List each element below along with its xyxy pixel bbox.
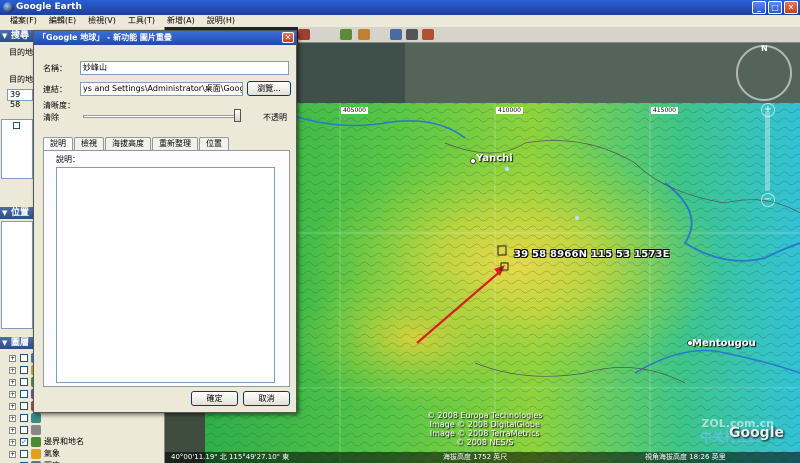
tab-location[interactable]: 位置 xyxy=(199,137,229,150)
layer-checkbox[interactable] xyxy=(20,450,28,458)
image-overlay-dialog: 「Google 地球」 - 新功能 圖片重疊 ✕ 名稱： 妙峰山 連結： ys … xyxy=(33,30,297,413)
status-elevation: 海拔高度 1752 英尺 xyxy=(443,453,508,461)
coordinate-label: 39 58 8966N 115 53 1573E xyxy=(514,249,670,260)
grid-label: 410000 xyxy=(496,107,523,114)
expand-icon[interactable]: + xyxy=(9,451,16,458)
menu-view[interactable]: 檢視(V) xyxy=(82,15,122,27)
layer-label: 邊界和地名 xyxy=(44,437,84,446)
minimize-button[interactable]: _ xyxy=(752,1,766,14)
collapse-icon: ▼ xyxy=(2,209,8,217)
expand-icon[interactable]: + xyxy=(9,415,16,422)
layer-icon xyxy=(31,449,41,459)
layer-label: 氣象 xyxy=(44,449,60,458)
expand-icon[interactable]: + xyxy=(9,391,16,398)
layer-icon xyxy=(31,413,41,423)
window-title: Google Earth xyxy=(16,2,82,12)
transparency-slider-track[interactable] xyxy=(83,115,241,118)
menu-tools[interactable]: 工具(T) xyxy=(122,15,161,27)
zoom-slider[interactable] xyxy=(765,111,770,191)
layer-icon xyxy=(31,437,41,447)
description-textarea[interactable] xyxy=(56,167,275,383)
link-input[interactable]: ys and Settings\Administrator\桌面\GoogleE… xyxy=(80,82,243,96)
layer-checkbox[interactable] xyxy=(20,390,28,398)
maps-icon[interactable] xyxy=(422,29,434,40)
search-results-list[interactable] xyxy=(1,119,33,179)
layer-checkbox[interactable] xyxy=(20,414,28,422)
layer-row[interactable]: + 氣象 xyxy=(0,448,165,460)
compass-north-label: N xyxy=(761,44,768,53)
places-tree[interactable] xyxy=(1,221,33,329)
tab-description[interactable]: 說明 xyxy=(43,137,73,151)
layer-row[interactable]: + xyxy=(0,424,165,436)
layer-checkbox[interactable] xyxy=(20,366,28,374)
menu-add[interactable]: 新增(A) xyxy=(161,15,201,27)
expand-icon[interactable]: + xyxy=(9,439,16,446)
place-label-mentougou: Mentougou xyxy=(692,338,756,349)
tab-altitude[interactable]: 海拔高度 xyxy=(105,137,151,150)
dialog-title: 「Google 地球」 - 新功能 圖片重疊 xyxy=(34,31,296,45)
grid-label: 415000 xyxy=(651,107,678,114)
name-input[interactable]: 妙峰山 xyxy=(80,61,289,75)
close-button[interactable]: ✕ xyxy=(784,1,798,14)
transparency-slider-thumb[interactable] xyxy=(234,109,241,122)
description-label: 說明： xyxy=(56,155,80,164)
placemark-icon[interactable] xyxy=(298,29,310,40)
fly-to-label-2: 目的地 xyxy=(9,75,33,84)
map-toolbar xyxy=(298,27,800,43)
link-label: 連結： xyxy=(43,85,67,94)
menu-help[interactable]: 說明(H) xyxy=(201,15,241,27)
layer-row[interactable]: + ✓ 邊界和地名 xyxy=(0,436,165,448)
layer-icon xyxy=(31,425,41,435)
place-label-yanchi: Yanchi xyxy=(476,153,513,164)
tab-panel: 說明： xyxy=(43,150,290,387)
result-checkbox[interactable] xyxy=(13,122,20,129)
dialog-tabs: 說明 檢視 海拔高度 重新整理 位置 xyxy=(43,137,230,151)
status-eye-altitude: 視角海拔高度 18:26 英里 xyxy=(645,453,726,461)
dialog-close-button[interactable]: ✕ xyxy=(282,32,294,43)
tab-view[interactable]: 檢視 xyxy=(74,137,104,150)
name-label: 名稱： xyxy=(43,64,67,73)
collapse-icon: ▼ xyxy=(2,32,8,40)
expand-icon[interactable]: + xyxy=(9,403,16,410)
fly-to-label: 目的地 xyxy=(9,48,33,57)
tab-refresh[interactable]: 重新整理 xyxy=(152,137,198,150)
opaque-label: 不透明 xyxy=(263,113,287,122)
zoom-out-button[interactable]: − xyxy=(761,193,775,207)
menu-edit[interactable]: 編輯(E) xyxy=(43,15,82,27)
clear-label: 清除 xyxy=(43,113,59,122)
browse-button[interactable]: 瀏覽... xyxy=(247,81,291,96)
print-icon[interactable] xyxy=(406,29,418,40)
menu-file[interactable]: 檔案(F) xyxy=(4,15,43,27)
layer-checkbox[interactable] xyxy=(20,378,28,386)
email-icon[interactable] xyxy=(390,29,402,40)
layer-checkbox[interactable]: ✓ xyxy=(20,438,28,446)
map-credits: © 2008 Europa Technologies Image © 2008 … xyxy=(427,411,543,447)
cancel-button[interactable]: 取消 xyxy=(243,391,290,406)
sun-icon[interactable] xyxy=(340,29,352,40)
collapse-icon: ▼ xyxy=(2,339,8,347)
ok-button[interactable]: 確定 xyxy=(191,391,238,406)
layer-checkbox[interactable] xyxy=(20,426,28,434)
maximize-button[interactable]: □ xyxy=(768,1,782,14)
planet-icon[interactable] xyxy=(358,29,370,40)
grid-label: 405000 xyxy=(341,107,368,114)
google-earth-icon xyxy=(3,2,14,13)
layer-checkbox[interactable] xyxy=(20,402,28,410)
status-coordinates: 40°00'11.19" 北 115°49'27.10" 東 xyxy=(171,453,290,461)
expand-icon[interactable]: + xyxy=(9,355,16,362)
status-bar: 40°00'11.19" 北 115°49'27.10" 東 海拔高度 1752… xyxy=(165,452,800,463)
layer-checkbox[interactable] xyxy=(20,354,28,362)
expand-icon[interactable]: + xyxy=(9,379,16,386)
expand-icon[interactable]: + xyxy=(9,427,16,434)
layer-row[interactable]: + xyxy=(0,412,165,424)
google-logo: Google xyxy=(728,425,784,441)
menu-bar: 檔案(F) 編輯(E) 檢視(V) 工具(T) 新增(A) 說明(H) xyxy=(0,15,800,27)
window-titlebar: Google Earth _ □ ✕ xyxy=(0,0,800,15)
transparency-label: 清晰度： xyxy=(43,101,75,110)
fly-to-input[interactable]: 39 58 xyxy=(7,89,33,109)
expand-icon[interactable]: + xyxy=(9,367,16,374)
navigation-compass[interactable]: N xyxy=(736,44,792,101)
